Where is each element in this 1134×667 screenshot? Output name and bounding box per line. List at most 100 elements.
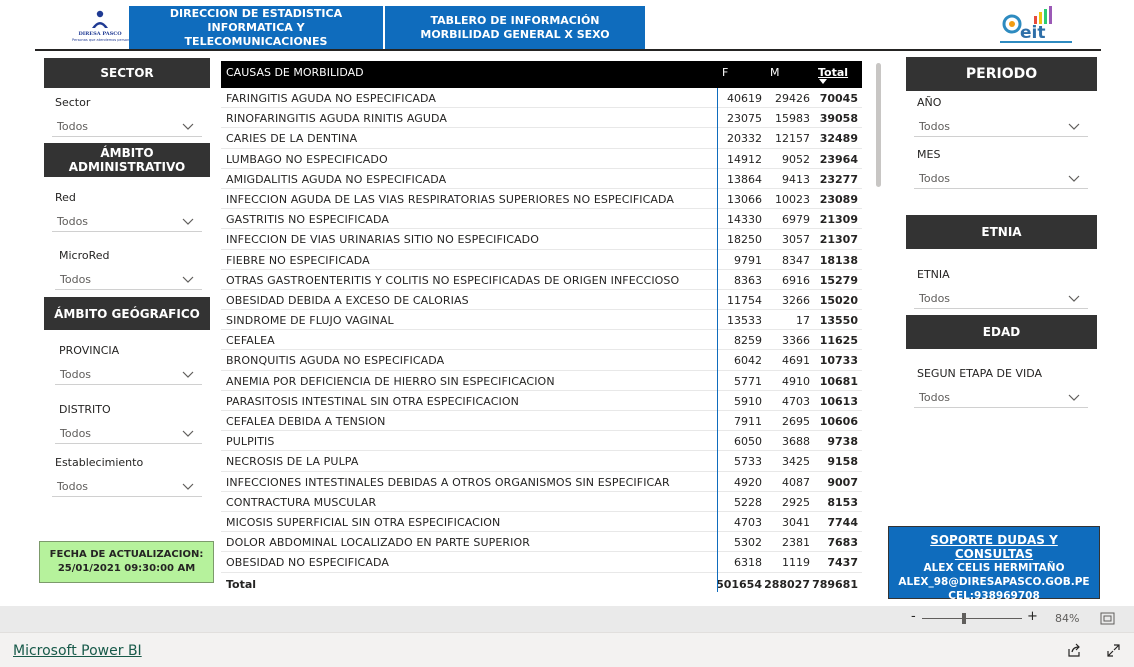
table-body: FARINGITIS AGUDA NO ESPECIFICADA 40619 294… <box>221 88 862 573</box>
f-cell: 11754 <box>727 293 762 307</box>
morbidity-table: CAUSAS DE MORBILIDAD F M Total FARINGITI… <box>221 61 862 595</box>
total-label: Total <box>226 577 257 591</box>
f-cell: 14330 <box>727 213 762 227</box>
fullscreen-icon[interactable] <box>1106 643 1121 658</box>
m-cell: 8347 <box>782 253 810 267</box>
table-row[interactable]: PARASITOSIS INTESTINAL SIN OTRA ESPECIFI… <box>221 391 862 411</box>
support-title-link[interactable]: SOPORTE DUDAS Y CONSULTAS <box>889 533 1099 561</box>
cause-cell: INFECCIONES INTESTINALES DEBIDAS A OTROS… <box>226 475 670 489</box>
report-canvas: DIRESA PASCO Personas que atendemos pers… <box>0 0 1134 606</box>
column-header-m[interactable]: M <box>770 66 780 79</box>
table-row[interactable]: DOLOR ABDOMINAL LOCALIZADO EN PARTE SUPE… <box>221 532 862 553</box>
table-row[interactable]: INFECCION DE VIAS URINARIAS SITIO NO ESP… <box>221 229 862 250</box>
zoom-in-button[interactable]: + <box>1027 609 1038 624</box>
m-cell: 3266 <box>782 293 810 307</box>
f-cell: 5733 <box>734 455 762 469</box>
f-cell: 4920 <box>734 475 762 489</box>
table-row[interactable]: NECROSIS DE LA PULPA 5733 3425 9158 <box>221 451 862 472</box>
establecimiento-dropdown[interactable]: Todos <box>52 476 202 497</box>
red-dropdown-value: Todos <box>57 215 89 228</box>
fit-page-icon[interactable] <box>1100 612 1115 625</box>
table-row[interactable]: INFECCIONES INTESTINALES DEBIDAS A OTROS… <box>221 472 862 492</box>
mes-dropdown[interactable]: Todos <box>914 168 1088 189</box>
cause-cell: FIEBRE NO ESPECIFICADA <box>226 253 370 267</box>
zoom-slider-track[interactable] <box>922 618 1022 619</box>
sector-dropdown-value: Todos <box>57 120 89 133</box>
table-row[interactable]: CEFALEA 8259 3366 11625 <box>221 330 862 351</box>
zoom-slider-thumb[interactable] <box>962 613 966 624</box>
column-header-causes[interactable]: CAUSAS DE MORBILIDAD <box>226 66 364 79</box>
etnia-dropdown[interactable]: Todos <box>914 288 1088 309</box>
sector-header: SECTOR <box>44 58 210 88</box>
sector-dropdown[interactable]: Todos <box>52 116 202 137</box>
column-header-total[interactable]: Total <box>818 66 848 79</box>
f-cell: 40619 <box>727 92 762 105</box>
cause-cell: CARIES DE LA DENTINA <box>226 132 358 146</box>
column-separator <box>717 88 718 592</box>
m-cell: 3041 <box>782 515 810 529</box>
ambito-administrativo-header: ÁMBITO ADMINISTRATIVO <box>44 143 210 177</box>
distrito-label: DISTRITO <box>59 403 111 416</box>
cause-cell: RINOFARINGITIS AGUDA RINITIS AGUDA <box>226 112 448 126</box>
table-row[interactable]: OBESIDAD NO ESPECIFICADA 6318 1119 7437 <box>221 552 862 573</box>
provincia-dropdown[interactable]: Todos <box>55 364 202 385</box>
f-cell: 5228 <box>734 495 762 509</box>
table-row[interactable]: OTRAS GASTROENTERITIS Y COLITIS NO ESPEC… <box>221 270 862 290</box>
f-cell: 8259 <box>734 334 762 348</box>
f-cell: 13533 <box>727 314 762 328</box>
cause-cell: OBESIDAD NO ESPECIFICADA <box>226 556 389 570</box>
m-cell: 6979 <box>782 213 810 227</box>
total-cell: 7437 <box>827 556 858 570</box>
table-row[interactable]: SINDROME DE FLUJO VAGINAL 13533 17 13550 <box>221 310 862 331</box>
total-cell: 7683 <box>827 536 858 550</box>
total-cell: 11625 <box>819 334 858 348</box>
table-row[interactable]: BRONQUITIS AGUDA NO ESPECIFICADA 6042 4691… <box>221 350 862 371</box>
table-total-row: Total 501654 288027 789681 <box>221 573 862 595</box>
zoom-out-button[interactable]: - <box>911 609 916 624</box>
table-row[interactable]: GASTRITIS NO ESPECIFICADA 14330 6979 21309 <box>221 209 862 230</box>
table-row[interactable]: INFECCION AGUDA DE LAS VIAS RESPIRATORIA… <box>221 189 862 210</box>
table-row[interactable]: LUMBAGO NO ESPECIFICADO 14912 9052 23964 <box>221 149 862 169</box>
table-row[interactable]: PULPITIS 6050 3688 9738 <box>221 431 862 452</box>
table-row[interactable]: OBESIDAD DEBIDA A EXCESO DE CALORIAS 1175… <box>221 290 862 311</box>
red-dropdown[interactable]: Todos <box>52 211 202 232</box>
table-row[interactable]: CARIES DE LA DENTINA 20332 12157 32489 <box>221 128 862 149</box>
table-row[interactable]: MICOSIS SUPERFICIAL SIN OTRA ESPECIFICAC… <box>221 512 862 533</box>
chevron-down-icon <box>182 218 194 225</box>
table-row[interactable]: FIEBRE NO ESPECIFICADA 9791 8347 18138 <box>221 250 862 270</box>
share-icon[interactable] <box>1067 643 1082 658</box>
diresa-logo: DIRESA PASCO Personas que atendemos pers… <box>72 8 133 46</box>
zoom-bar: - + 84% <box>0 606 1134 632</box>
total-cell: 23089 <box>819 192 858 206</box>
table-row[interactable]: RINOFARINGITIS AGUDA RINITIS AGUDA 23075 1… <box>221 108 862 129</box>
table-row[interactable]: AMIGDALITIS AGUDA NO ESPECIFICADA 13864 94… <box>221 169 862 189</box>
etnia-label: ETNIA <box>917 268 950 281</box>
anio-dropdown[interactable]: Todos <box>914 116 1088 137</box>
powerbi-link[interactable]: Microsoft Power BI <box>13 643 142 659</box>
powerbi-footer: Microsoft Power BI <box>0 632 1134 667</box>
m-cell: 29426 <box>775 92 810 105</box>
establecimiento-dropdown-value: Todos <box>57 480 89 493</box>
table-row[interactable]: FARINGITIS AGUDA NO ESPECIFICADA 40619 294… <box>221 88 862 109</box>
cause-cell: FARINGITIS AGUDA NO ESPECIFICADA <box>226 92 436 105</box>
zoom-level: 84% <box>1055 612 1080 625</box>
microred-dropdown[interactable]: Todos <box>55 269 202 290</box>
total-cell: 21309 <box>819 213 858 227</box>
total-cell: 15020 <box>819 293 858 307</box>
f-cell: 8363 <box>734 273 762 287</box>
cause-cell: SINDROME DE FLUJO VAGINAL <box>226 314 394 328</box>
m-cell: 4087 <box>782 475 810 489</box>
table-row[interactable]: ANEMIA POR DEFICIENCIA DE HIERRO SIN ESP… <box>221 371 862 391</box>
sector-label: Sector <box>55 96 91 109</box>
table-row[interactable]: CONTRACTURA MUSCULAR 5228 2925 8153 <box>221 492 862 512</box>
etapa-vida-dropdown[interactable]: Todos <box>914 387 1088 408</box>
total-cell: 15279 <box>819 273 858 287</box>
chevron-down-icon <box>1068 175 1080 182</box>
chevron-down-icon <box>182 276 194 283</box>
distrito-dropdown[interactable]: Todos <box>55 423 202 444</box>
m-cell: 4703 <box>782 394 810 408</box>
table-scrollbar[interactable] <box>876 63 881 187</box>
table-row[interactable]: CEFALEA DEBIDA A TENSION 7911 2695 10606 <box>221 411 862 432</box>
f-cell: 6042 <box>734 354 762 368</box>
column-header-f[interactable]: F <box>722 66 728 79</box>
